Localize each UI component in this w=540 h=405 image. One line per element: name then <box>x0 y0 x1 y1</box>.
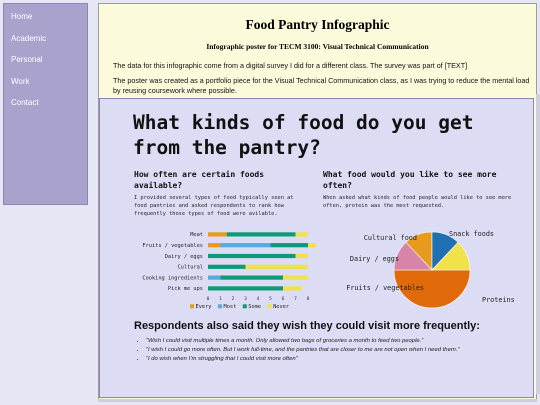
x-tick-label: 7 <box>294 296 297 302</box>
bar-category-label: Cooking ingredients <box>142 275 203 281</box>
pie-slice-label: Proteins <box>482 296 515 304</box>
poster-title: What kinds of food do you get from the p… <box>133 111 474 159</box>
quote-item: “I do wish when I’m struggling that I co… <box>146 355 533 364</box>
availability-heading: How often are certain foods available? <box>134 170 265 190</box>
bar-segment <box>308 243 316 248</box>
page-subtitle: Infographic poster for TECM 3100: Visual… <box>206 42 429 51</box>
bar-segment <box>220 275 283 280</box>
page-title: Food Pantry Infographic <box>245 17 390 32</box>
x-tick-label: 8 <box>307 296 310 302</box>
quotes-heading: Respondents also said they wish they cou… <box>134 320 480 332</box>
horizontal-scrollbar[interactable] <box>98 399 537 402</box>
nav-item-work[interactable]: Work <box>4 71 87 93</box>
preference-pie-chart: Proteins Fruits / vegetables Dairy / eggs C… <box>346 230 515 309</box>
intro-paragraph-2: The poster was created as a portfolio pi… <box>113 76 530 95</box>
infographic-poster: What kinds of food do you get from the p… <box>99 98 534 398</box>
x-tick-label: 0 <box>207 296 210 302</box>
bar-segment <box>295 232 308 237</box>
bar-segment <box>295 253 308 259</box>
bar-category-label: Fruits / vegetables <box>142 243 203 249</box>
preference-heading: What food would you like to see more oft… <box>323 170 497 190</box>
bar-category-label: Meat <box>190 232 203 238</box>
nav-item-home[interactable]: Home <box>4 6 87 28</box>
nav-item-personal[interactable]: Personal <box>4 49 87 71</box>
x-tick-label: 3 <box>244 296 247 302</box>
bar-segment <box>245 264 308 269</box>
pie-slice-label: Cultural food <box>364 234 417 242</box>
bar-segment <box>208 264 246 269</box>
bar-segment <box>226 232 296 237</box>
sidebar: Home Academic Personal Work Contact <box>3 3 88 205</box>
quote-item: “I wish I could go more often. But I wor… <box>146 346 533 355</box>
bar-category-label: Pick me ups <box>168 286 203 292</box>
legend-label: Some <box>248 304 261 310</box>
legend-swatch <box>190 304 194 309</box>
main-content: Food Pantry Infographic Infographic post… <box>98 3 537 402</box>
bar-category-label: Cultural <box>177 265 203 271</box>
bar-segment <box>283 286 302 291</box>
quotes-list: “Wish I could visit multiple times a mon… <box>134 337 533 365</box>
bar-segment <box>208 253 296 259</box>
bar-segment <box>283 275 308 280</box>
pie-slice-label: Fruits / vegetables <box>346 284 424 292</box>
legend-label: Every <box>196 304 212 310</box>
legend-label: Most <box>224 304 237 310</box>
x-tick-label: 4 <box>257 296 260 302</box>
pie-slice-label: Snack foods <box>449 230 494 238</box>
preference-description: When asked what kinds of food people wou… <box>323 195 512 209</box>
x-tick-label: 1 <box>219 296 222 302</box>
bar-segment <box>270 243 308 248</box>
x-tick-label: 2 <box>232 296 235 302</box>
intro-paragraph-1: The data for this infographic come from … <box>113 61 468 70</box>
bar-category-label: Dairy / eggs <box>165 254 203 260</box>
quote-item: “Wish I could visit multiple times a mon… <box>146 337 533 346</box>
x-tick-label: 6 <box>282 296 285 302</box>
bar-segment <box>208 232 227 237</box>
nav-item-contact[interactable]: Contact <box>4 92 87 114</box>
bar-segment <box>220 243 271 248</box>
legend-swatch <box>242 304 247 309</box>
availability-description: I provided several types of food typical… <box>134 195 294 217</box>
legend-swatch <box>218 304 222 309</box>
x-tick-label: 5 <box>269 296 272 302</box>
legend-swatch <box>267 304 272 309</box>
bar-segment <box>208 275 221 280</box>
availability-bar-chart: Meat Fruits / vegetables Dairy / eggs Cultu… <box>142 232 316 310</box>
vertical-scrollbar[interactable] <box>536 94 540 394</box>
bar-segment <box>208 286 283 291</box>
pie-slice-label: Dairy / eggs <box>350 255 399 263</box>
legend-label: Never <box>273 304 289 310</box>
bar-segment <box>208 243 221 248</box>
nav-item-academic[interactable]: Academic <box>4 28 87 50</box>
